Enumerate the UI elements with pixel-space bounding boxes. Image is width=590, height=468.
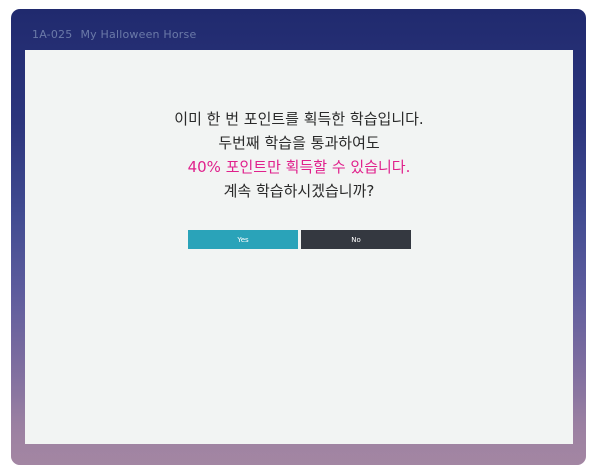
lesson-name: My Halloween Horse <box>80 28 197 41</box>
message-line-4: 계속 학습하시겠습니까? <box>223 182 375 200</box>
no-button[interactable]: No <box>301 230 411 249</box>
lesson-title: 1A-025 My Halloween Horse <box>32 28 196 41</box>
dialog-message: 이미 한 번 포인트를 획득한 학습입니다. 두번째 학습을 통과하여도 40%… <box>25 107 573 203</box>
message-line-2: 두번째 학습을 통과하여도 <box>218 134 380 152</box>
message-line-highlight: 40% 포인트만 획득할 수 있습니다. <box>187 158 411 176</box>
yes-button[interactable]: Yes <box>188 230 298 249</box>
message-line-1: 이미 한 번 포인트를 획득한 학습입니다. <box>174 110 424 128</box>
lesson-code: 1A-025 <box>32 28 73 41</box>
app-window: 1A-025 My Halloween Horse 이미 한 번 포인트를 획득한… <box>11 9 586 465</box>
confirm-dialog: 이미 한 번 포인트를 획득한 학습입니다. 두번째 학습을 통과하여도 40%… <box>25 50 573 444</box>
